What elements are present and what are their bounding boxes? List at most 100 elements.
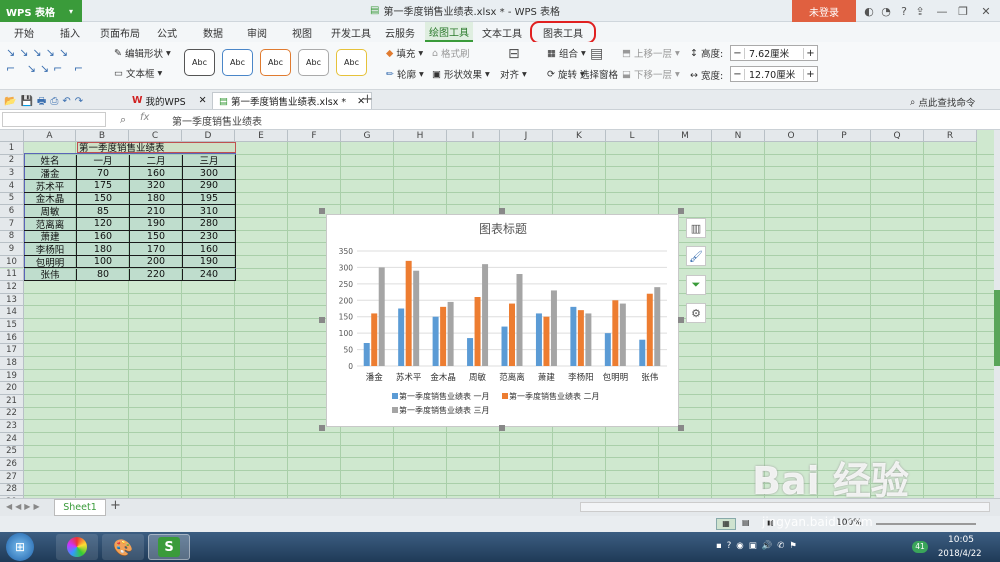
style-preset-5[interactable]: Abc xyxy=(336,49,367,76)
zoom-slider[interactable] xyxy=(876,523,976,525)
style-preset-4[interactable]: Abc xyxy=(298,49,329,76)
shape-effect-button[interactable]: ▣ 形状效果 ▾ xyxy=(432,67,490,82)
row-header[interactable]: 16 xyxy=(0,331,24,345)
column-header[interactable]: E xyxy=(235,130,288,142)
column-header[interactable]: D xyxy=(182,130,235,142)
taskbar-paint-icon[interactable]: 🎨 xyxy=(102,534,144,560)
table-cell[interactable]: 100 xyxy=(77,255,130,269)
resize-handle-br[interactable] xyxy=(678,425,684,431)
width-input[interactable]: 12.70厘米 xyxy=(745,67,803,81)
resize-handle-t[interactable] xyxy=(499,208,505,214)
tab-formula[interactable]: 公式 xyxy=(150,22,184,42)
row-header[interactable]: 27 xyxy=(0,470,24,484)
row-header[interactable]: 17 xyxy=(0,344,24,358)
row-header[interactable]: 20 xyxy=(0,382,24,395)
table-cell[interactable]: 张伟 xyxy=(24,268,77,281)
column-header[interactable]: Q xyxy=(871,130,924,142)
row-header[interactable]: 12 xyxy=(0,281,24,294)
table-cell[interactable]: 190 xyxy=(130,217,183,231)
row-header[interactable]: 3 xyxy=(0,167,24,180)
row-header[interactable]: 28 xyxy=(0,483,24,497)
row-header[interactable]: 7 xyxy=(0,217,24,231)
column-header[interactable]: G xyxy=(341,130,394,142)
table-cell[interactable]: 170 xyxy=(130,243,183,256)
table-cell[interactable]: 150 xyxy=(130,230,183,244)
upload-icon[interactable]: ⇪ xyxy=(912,3,928,19)
tab-home[interactable]: 开始 xyxy=(4,22,44,42)
system-tray-icons[interactable]: ▪?◉▣🔊✆⚑ xyxy=(716,541,802,551)
minimize-icon[interactable]: — xyxy=(934,3,950,19)
table-cell[interactable]: 160 xyxy=(130,167,183,180)
table-cell[interactable]: 310 xyxy=(183,205,236,218)
edit-shape-button[interactable]: ✎ 编辑形状 ▾ xyxy=(114,46,171,61)
height-spinner[interactable]: −7.62厘米 + xyxy=(730,45,818,61)
row-header[interactable]: 23 xyxy=(0,420,24,433)
row-header[interactable]: 1 xyxy=(0,142,24,155)
table-cell[interactable]: 二月 xyxy=(130,154,183,167)
skin-icon[interactable]: ◐ xyxy=(861,3,877,19)
column-header[interactable]: I xyxy=(447,130,500,142)
table-cell[interactable]: 300 xyxy=(183,167,236,180)
bring-forward-button[interactable]: ⬒ 上移一层 ▾ xyxy=(622,46,680,61)
row-header[interactable]: 24 xyxy=(0,432,24,446)
page-view-icon[interactable]: ▤ xyxy=(742,518,750,527)
tray-badge[interactable]: 41 xyxy=(912,541,928,553)
help-icon[interactable]: ? xyxy=(896,3,912,19)
row-header[interactable]: 18 xyxy=(0,357,24,370)
chart-filter-icon[interactable]: ⏷ xyxy=(686,275,706,295)
column-header[interactable]: F xyxy=(288,130,341,142)
outline-button[interactable]: ✏ 轮廓 ▾ xyxy=(386,67,424,82)
share-icon[interactable]: ◔ xyxy=(878,3,894,19)
row-header[interactable]: 13 xyxy=(0,293,24,307)
column-header[interactable]: R xyxy=(924,130,977,142)
width-spinner[interactable]: −12.70厘米 + xyxy=(730,66,818,82)
close-icon[interactable]: ✕ xyxy=(978,3,994,19)
select-all-corner[interactable] xyxy=(0,130,24,142)
restore-icon[interactable]: ❐ xyxy=(955,3,971,19)
table-cell[interactable]: 200 xyxy=(130,255,183,269)
table-cell[interactable]: 80 xyxy=(77,268,130,282)
table-cell[interactable]: 160 xyxy=(77,230,130,244)
table-cell[interactable]: 三月 xyxy=(183,154,236,167)
table-cell[interactable]: 一月 xyxy=(77,154,130,167)
column-header[interactable]: O xyxy=(765,130,818,142)
taskbar-app-1-icon[interactable] xyxy=(56,534,98,560)
row-header[interactable]: 19 xyxy=(0,369,24,383)
tab-document[interactable]: ▤ 第一季度销售业绩表.xlsx * ✕ xyxy=(212,92,373,109)
column-header[interactable]: A xyxy=(24,130,76,142)
column-header[interactable]: J xyxy=(500,130,553,142)
width-plus-button[interactable]: + xyxy=(803,68,817,80)
table-cell[interactable]: 210 xyxy=(130,205,183,218)
row-header[interactable]: 14 xyxy=(0,306,24,320)
row-header[interactable]: 22 xyxy=(0,407,24,421)
width-minus-button[interactable]: − xyxy=(731,68,745,80)
tab-text-tools[interactable]: 文本工具 xyxy=(478,22,526,42)
row-header[interactable]: 25 xyxy=(0,445,24,459)
table-cell[interactable]: 150 xyxy=(77,192,130,206)
tab-developer[interactable]: 开发工具 xyxy=(327,22,375,42)
table-cell[interactable]: 160 xyxy=(183,243,236,256)
resize-handle-l[interactable] xyxy=(319,317,325,323)
send-backward-button[interactable]: ⬓ 下移一层 ▾ xyxy=(622,67,680,82)
resize-handle-r[interactable] xyxy=(678,317,684,323)
bar-chart[interactable]: 图表标题 0 50 100 150 200 250 300 350 潘金 苏术平 金木晶 周敏 范离离 萧建… xyxy=(326,214,679,427)
table-cell[interactable]: 85 xyxy=(77,205,130,218)
column-header[interactable]: P xyxy=(818,130,871,142)
resize-handle-bl[interactable] xyxy=(319,425,325,431)
height-plus-button[interactable]: + xyxy=(803,47,817,59)
chart-settings-gear-icon[interactable]: ⚙ xyxy=(686,303,706,323)
wps-app-button[interactable]: WPS 表格 ▾ xyxy=(0,0,82,22)
zoom-search-icon[interactable]: ⌕ xyxy=(120,113,126,127)
tab-page-layout[interactable]: 页面布局 xyxy=(95,22,145,42)
resize-handle-tr[interactable] xyxy=(678,208,684,214)
row-header[interactable]: 10 xyxy=(0,255,24,269)
tab-insert[interactable]: 插入 xyxy=(50,22,90,42)
table-cell[interactable]: 320 xyxy=(130,179,183,193)
group-button[interactable]: ▦ 组合 ▾ xyxy=(547,46,586,61)
height-minus-button[interactable]: − xyxy=(731,47,745,59)
clock-date[interactable]: 2018/4/22 xyxy=(938,549,982,559)
login-button[interactable]: 未登录 xyxy=(792,0,856,22)
sheet-tab-sheet1[interactable]: Sheet1 xyxy=(54,499,106,516)
table-cell[interactable]: 180 xyxy=(130,192,183,206)
row-header[interactable]: 6 xyxy=(0,205,24,218)
